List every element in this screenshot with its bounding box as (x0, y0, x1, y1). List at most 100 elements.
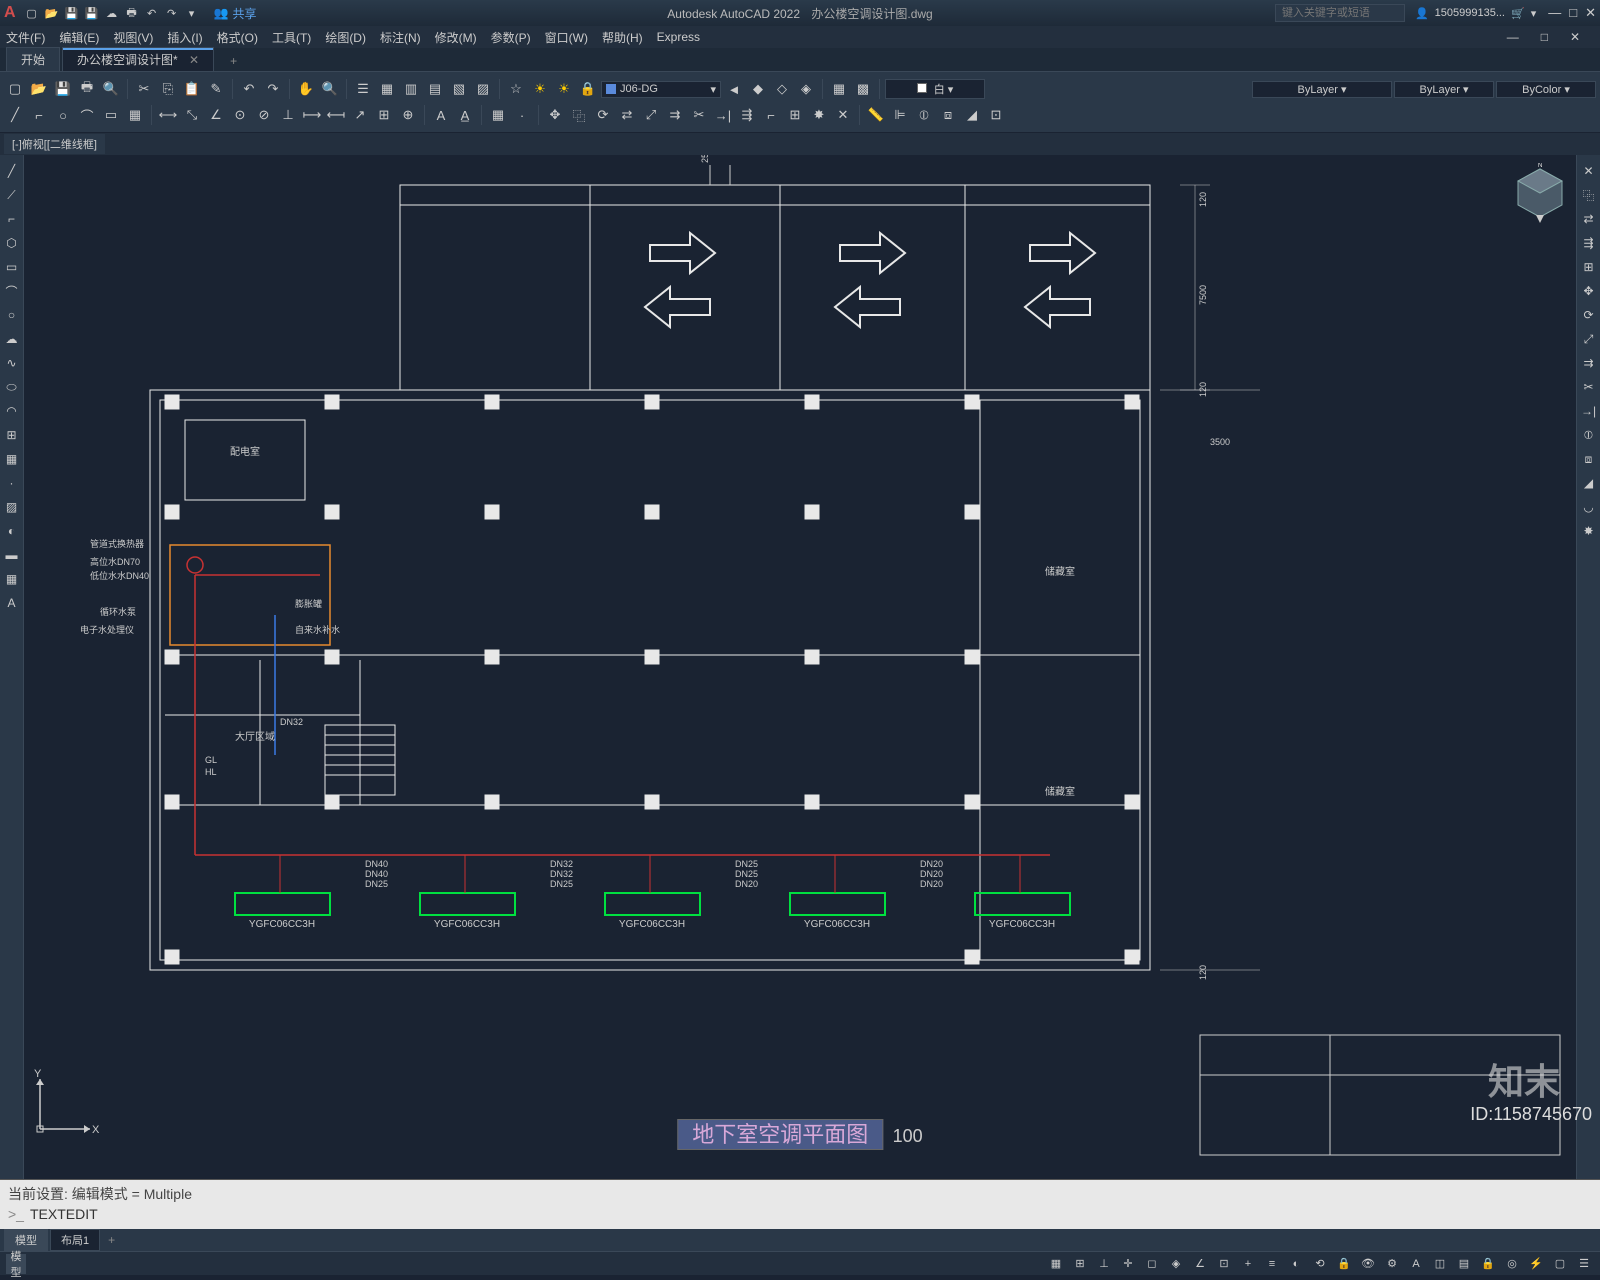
menu-help[interactable]: 帮助(H) (602, 29, 643, 46)
doc-close-button[interactable]: ✕ (1570, 30, 1580, 44)
rt-stretch-icon[interactable]: ⇉ (1579, 353, 1599, 373)
rb-group-icon[interactable]: ⊡ (985, 104, 1007, 126)
rb-preview-icon[interactable]: 🔍 (100, 78, 122, 100)
rt-trim-icon[interactable]: ✂ (1579, 377, 1599, 397)
qat-redo-icon[interactable]: ↷ (164, 5, 180, 21)
rb-dim-diameter-icon[interactable]: ⊘ (253, 104, 275, 126)
sb-osnap-icon[interactable]: ◻ (1142, 1254, 1162, 1274)
lt-line-icon[interactable]: ╱ (2, 161, 22, 181)
rb-hatch-icon[interactable]: ▦ (124, 104, 146, 126)
rt-extend-icon[interactable]: →| (1579, 401, 1599, 421)
rb-erase-icon[interactable]: ✕ (832, 104, 854, 126)
sb-dyninput-icon[interactable]: + (1238, 1254, 1258, 1274)
rb-paste-icon[interactable]: 📋 (181, 78, 203, 100)
qat-plot-icon[interactable]: 🖶 (124, 5, 140, 21)
user-area[interactable]: 👤 1505999135... 🛒 ▾ (1415, 7, 1536, 20)
rb-layer-state-icon[interactable]: ◈ (795, 78, 817, 100)
sb-cleanscreen-icon[interactable]: ▢ (1550, 1254, 1570, 1274)
sb-workspace-icon[interactable]: ⚙ (1382, 1254, 1402, 1274)
rt-copy-icon[interactable]: ⿻ (1579, 185, 1599, 205)
menu-dimension[interactable]: 标注(N) (380, 29, 421, 46)
menu-parametric[interactable]: 参数(P) (491, 29, 531, 46)
rb-array-icon[interactable]: ⊞ (784, 104, 806, 126)
lt-polygon-icon[interactable]: ⬡ (2, 233, 22, 253)
rb-fillet-icon[interactable]: ⌐ (760, 104, 782, 126)
rb-layer-props-icon[interactable]: ☆ (505, 78, 527, 100)
lt-block-icon[interactable]: ▦ (2, 449, 22, 469)
menu-format[interactable]: 格式(O) (217, 29, 258, 46)
lt-circle-icon[interactable]: ○ (2, 305, 22, 325)
rb-dim-aligned-icon[interactable]: ⤡ (181, 104, 203, 126)
sb-grid-icon[interactable]: ▦ (1046, 1254, 1066, 1274)
lt-revcloud-icon[interactable]: ☁ (2, 329, 22, 349)
sb-lock-ui-icon[interactable]: 🔒 (1478, 1254, 1498, 1274)
rb-block-icon[interactable]: ▦ (828, 78, 850, 100)
rb-dim-radius-icon[interactable]: ⊙ (229, 104, 251, 126)
lt-arc-icon[interactable]: ⌒ (2, 281, 22, 301)
rb-trim-icon[interactable]: ✂ (688, 104, 710, 126)
rb-markup-icon[interactable]: ▧ (448, 78, 470, 100)
rb-measure-icon[interactable]: 📏 (865, 104, 887, 126)
sb-annoscale-icon[interactable]: 🔒 (1334, 1254, 1354, 1274)
menu-insert[interactable]: 插入(I) (167, 29, 202, 46)
rb-extend-icon[interactable]: →| (712, 104, 734, 126)
rb-match-icon[interactable]: ✎ (205, 78, 227, 100)
rb-pline-icon[interactable]: ⌐ (28, 104, 50, 126)
command-line[interactable]: 当前设置: 编辑模式 = Multiple >_ (0, 1179, 1600, 1229)
rb-line-icon[interactable]: ╱ (4, 104, 26, 126)
sb-otrack-icon[interactable]: ∠ (1190, 1254, 1210, 1274)
rb-arc-icon[interactable]: ⌒ (76, 104, 98, 126)
rb-plot-icon[interactable]: 🖶 (76, 78, 98, 100)
status-model-button[interactable]: 模型 (6, 1254, 26, 1274)
rb-offset-icon[interactable]: ⇶ (736, 104, 758, 126)
rb-undo-icon[interactable]: ↶ (238, 78, 260, 100)
rt-array-icon[interactable]: ⊞ (1579, 257, 1599, 277)
rb-layer-iso-icon[interactable]: ◆ (747, 78, 769, 100)
doc-restore-button[interactable]: □ (1541, 30, 1548, 44)
rb-layer-prev-icon[interactable]: ◄ (723, 78, 745, 100)
tab-add-layout[interactable]: + (102, 1231, 121, 1249)
rb-save-icon[interactable]: 💾 (52, 78, 74, 100)
sb-lwt-icon[interactable]: ≡ (1262, 1254, 1282, 1274)
layer-dropdown[interactable]: J06-DG ▾ (601, 81, 721, 98)
minimize-button[interactable]: — (1548, 5, 1561, 21)
tab-close-icon[interactable]: ✕ (189, 53, 199, 67)
lt-xline-icon[interactable]: ⟋ (2, 185, 22, 205)
search-input[interactable] (1275, 4, 1405, 22)
sb-3dosnap-icon[interactable]: ◈ (1166, 1254, 1186, 1274)
rt-offset-icon[interactable]: ⇶ (1579, 233, 1599, 253)
lt-gradient-icon[interactable]: ◐ (2, 521, 22, 541)
lt-hatch-icon[interactable]: ▨ (2, 497, 22, 517)
sb-quickprops-icon[interactable]: ▤ (1454, 1254, 1474, 1274)
search-box[interactable] (1275, 4, 1405, 22)
lineweight-dropdown[interactable]: ByLayer ▾ (1252, 81, 1392, 98)
rb-table-icon[interactable]: ▦ (487, 104, 509, 126)
drawing-canvas[interactable]: ╱ ⟋ ⌐ ⬡ ▭ ⌒ ○ ☁ ∿ ⬭ ◠ ⊞ ▦ · ▨ ◐ ▬ ▦ A ✕ … (0, 155, 1600, 1179)
lt-ellipse-icon[interactable]: ⬭ (2, 377, 22, 397)
linetype-dropdown[interactable]: ByLayer ▾ (1394, 81, 1494, 98)
lt-mtext-icon[interactable]: A (2, 593, 22, 613)
rt-rotate-icon[interactable]: ⟳ (1579, 305, 1599, 325)
qat-new-icon[interactable]: ▢ (24, 5, 40, 21)
rb-center-icon[interactable]: ⊕ (397, 104, 419, 126)
menu-express[interactable]: Express (657, 30, 700, 44)
rb-rect-icon[interactable]: ▭ (100, 104, 122, 126)
doc-minimize-button[interactable]: — (1507, 30, 1519, 44)
rb-circle-icon[interactable]: ○ (52, 104, 74, 126)
maximize-button[interactable]: □ (1569, 5, 1577, 21)
rb-props-icon[interactable]: ☰ (352, 78, 374, 100)
sb-ortho-icon[interactable]: ⊥ (1094, 1254, 1114, 1274)
drawing-title-text[interactable]: 地下室空调平面图 (677, 1119, 883, 1150)
sb-snap-icon[interactable]: ⊞ (1070, 1254, 1090, 1274)
rt-chamfer-icon[interactable]: ◢ (1579, 473, 1599, 493)
sb-transparency-icon[interactable]: ◐ (1286, 1254, 1306, 1274)
rb-cut-icon[interactable]: ✂ (133, 78, 155, 100)
tab-layout1[interactable]: 布局1 (50, 1229, 100, 1251)
rt-erase-icon[interactable]: ✕ (1579, 161, 1599, 181)
rb-xref-icon[interactable]: ▩ (852, 78, 874, 100)
rb-point-icon[interactable]: · (511, 104, 533, 126)
plotstyle-dropdown[interactable]: ByColor ▾ (1496, 81, 1596, 98)
rb-dim-linear-icon[interactable]: ⟷ (157, 104, 179, 126)
rb-pan-icon[interactable]: ✋ (295, 78, 317, 100)
cart-icon[interactable]: 🛒 (1511, 7, 1525, 20)
